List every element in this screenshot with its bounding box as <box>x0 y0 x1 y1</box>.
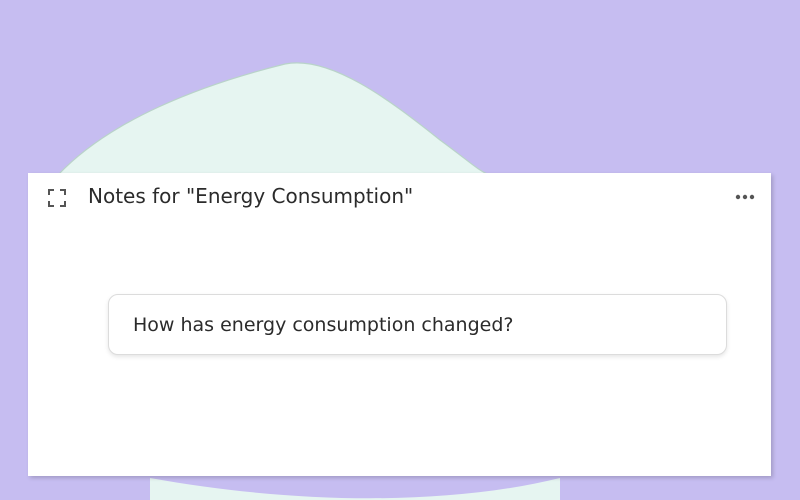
notes-panel: Notes for "Energy Consumption" How has e… <box>28 173 771 476</box>
more-options-icon[interactable] <box>733 187 757 207</box>
expand-icon[interactable] <box>48 189 66 207</box>
panel-title: Notes for "Energy Consumption" <box>88 184 414 208</box>
note-text: How has energy consumption changed? <box>133 313 514 336</box>
panel-header: Notes for "Energy Consumption" <box>28 173 771 223</box>
canvas-background: Notes for "Energy Consumption" How has e… <box>0 0 800 500</box>
note-card[interactable]: How has energy consumption changed? <box>108 294 727 355</box>
